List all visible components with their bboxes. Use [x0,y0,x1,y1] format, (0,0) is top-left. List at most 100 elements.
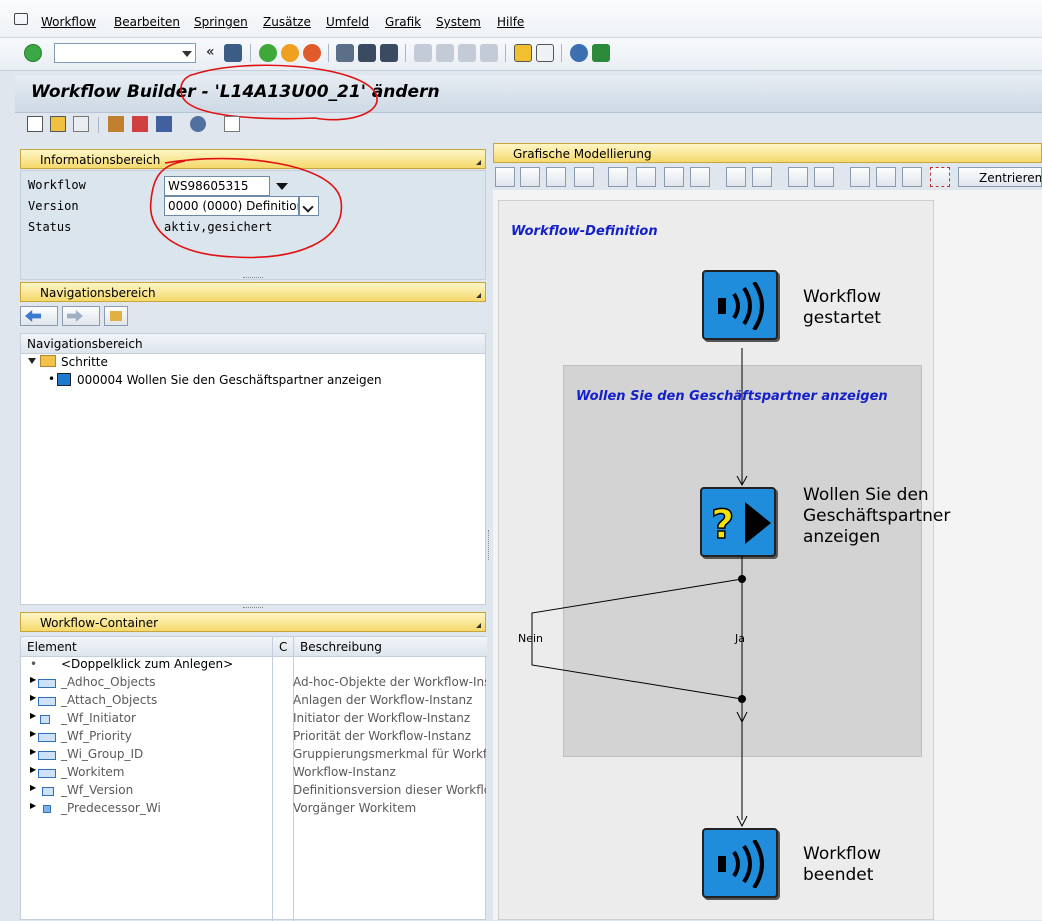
print-icon[interactable] [336,44,354,62]
dropdown-arrow-icon[interactable] [182,51,192,57]
cancel-icon[interactable] [303,44,321,62]
exit-icon[interactable] [281,44,299,62]
container-section-header[interactable]: Workflow-Container [20,612,486,632]
expand-icon[interactable] [476,623,481,628]
open-icon[interactable] [50,116,66,132]
find-icon[interactable] [358,44,376,62]
tree-step-item[interactable]: 000004 Wollen Sie den Geschäftspartner a… [77,373,382,387]
workflow-connectors [531,348,748,828]
col-element-header[interactable]: Element [21,637,273,657]
copy-icon[interactable] [636,167,656,187]
toolbar-separator [505,44,506,62]
back-chevron-icon[interactable]: « [206,44,215,60]
multiline-icon [38,769,56,778]
menu-workflow[interactable]: Workflow [41,15,96,29]
expand-icon[interactable] [476,160,481,165]
hat-icon[interactable] [190,116,206,132]
structure-icon[interactable] [814,167,834,187]
tree-folder-label[interactable]: Schritte [61,355,108,369]
multiline-icon [38,679,56,688]
table-row[interactable]: ▶ _Wf_Priority Priorität der Workflow-Inst… [20,729,486,747]
definition-label: Workflow-Definition [511,224,658,239]
tree-header: Navigationsbereich [21,334,485,354]
menu-grafik[interactable]: Grafik [385,15,421,29]
menu-icon[interactable] [14,13,28,25]
center-button[interactable]: Zentrieren u [958,167,1042,187]
annotation-ellipse [149,157,343,259]
tree-view-icon[interactable] [850,167,870,187]
next-page-icon[interactable] [458,44,476,62]
delete-icon[interactable] [574,167,594,187]
zoom-in-icon[interactable] [876,167,896,187]
table-row[interactable]: ▶ _Workitem Workflow-Instanz [20,765,486,783]
version-label: Version [28,199,79,213]
command-field[interactable] [54,43,196,63]
first-page-icon[interactable] [414,44,432,62]
activate-icon[interactable] [108,116,124,132]
cut-icon[interactable] [608,167,628,187]
new-session-icon[interactable] [514,44,532,62]
expand-icon[interactable] [476,293,481,298]
collapse-icon[interactable] [28,358,36,364]
step-icon [57,373,71,386]
multiline-icon [38,751,56,760]
undo-icon[interactable] [726,167,746,187]
menu-umfeld[interactable]: Umfeld [326,15,369,29]
nav-forward-button[interactable] [62,306,100,326]
new-step-icon[interactable] [495,167,515,187]
menu-zusaetze[interactable]: Zusätze [263,15,311,29]
table-row[interactable]: ▶ _Wi_Group_ID Gruppierungsmerkmal für Wor… [20,747,486,765]
enter-icon[interactable] [24,44,42,62]
table-row[interactable]: ▶ _Attach_Objects Anlagen der Workflow-Ins… [20,693,486,711]
table-row[interactable]: • <Doppelklick zum Anlegen> [20,657,486,675]
menu-bearbeiten[interactable]: Bearbeiten [114,15,180,29]
menu-system[interactable]: System [436,15,481,29]
col-c-header[interactable]: C [273,637,294,657]
object-icon [43,805,51,813]
annotation-ellipse [180,64,378,121]
check-icon[interactable] [788,167,808,187]
edit-icon[interactable] [520,167,540,187]
splitter-handle[interactable] [243,277,263,279]
end-node-label: Workflow beendet [803,844,882,885]
table-row[interactable]: ▶ _Predecessor_Wi Vorgänger Workitem [20,801,486,819]
toolbar-separator [250,44,251,62]
table-row[interactable]: ▶ _Adhoc_Objects Ad-hoc-Objekte der Workfl… [20,675,486,693]
layout-menu-icon[interactable] [592,44,610,62]
last-page-icon[interactable] [480,44,498,62]
test-icon[interactable] [132,116,148,132]
help-icon[interactable] [570,44,588,62]
insert-block-icon[interactable] [690,167,710,187]
overview-icon[interactable] [930,167,950,187]
col-desc-header[interactable]: Beschreibung [294,637,487,657]
folder-icon [40,355,56,367]
nav-back-button[interactable] [20,306,58,326]
menu-hilfe[interactable]: Hilfe [497,15,524,29]
menu-springen[interactable]: Springen [194,15,248,29]
list-icon[interactable] [224,116,240,132]
check-icon[interactable] [73,116,89,132]
save-icon[interactable] [224,44,242,62]
paste-icon[interactable] [664,167,684,187]
splitter-handle[interactable] [243,607,263,609]
bullet: • [48,372,56,386]
signal-icon [718,282,764,330]
previous-page-icon[interactable] [436,44,454,62]
start-node-label: Workflow gestartet [803,287,882,328]
toolbar-separator [328,44,329,62]
multiline-icon [38,697,56,706]
nav-section-header[interactable]: Navigationsbereich [20,282,486,302]
new-icon[interactable] [27,116,43,132]
binding-icon[interactable] [156,116,172,132]
table-row[interactable]: ▶ _Wf_Initiator Initiator der Workflow-Ins… [20,711,486,729]
container-header-label: Workflow-Container [40,616,159,630]
zoom-out-icon[interactable] [902,167,922,187]
shortcut-icon[interactable] [536,44,554,62]
find-next-icon[interactable] [380,44,398,62]
redo-icon[interactable] [752,167,772,187]
back-icon[interactable] [259,44,277,62]
table-row[interactable]: ▶ _Wf_Version Definitionsversion dieser Wo… [20,783,486,801]
multiline-icon [38,733,56,742]
display-icon[interactable] [546,167,566,187]
nav-layout-button[interactable] [104,306,128,326]
